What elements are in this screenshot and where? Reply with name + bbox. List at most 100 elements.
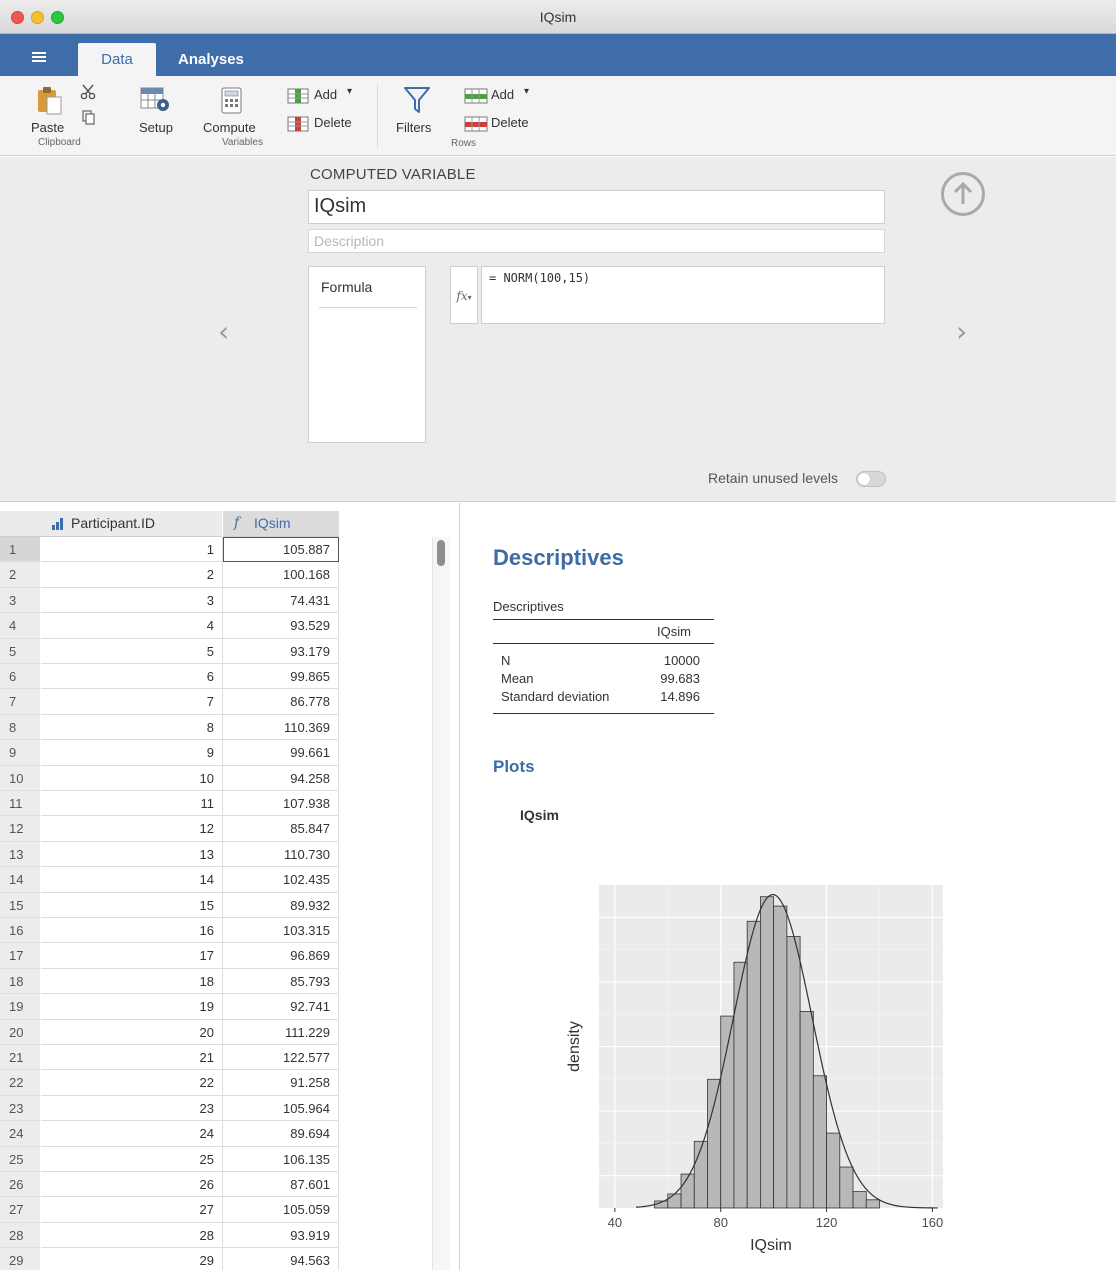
row-number[interactable]: 16 [0, 918, 40, 944]
compute-button[interactable]: Compute [202, 84, 262, 135]
cell-participant-id[interactable]: 11 [41, 791, 223, 817]
cell-iqsim[interactable]: 92.741 [223, 994, 339, 1020]
cell-participant-id[interactable]: 10 [41, 765, 223, 791]
cell-participant-id[interactable]: 12 [41, 816, 223, 842]
cell-participant-id[interactable]: 17 [41, 943, 223, 969]
vertical-scrollbar[interactable] [432, 537, 450, 1270]
setup-button[interactable]: Setup [132, 84, 182, 135]
row-number[interactable]: 9 [0, 740, 40, 766]
cell-participant-id[interactable]: 29 [41, 1248, 223, 1270]
cell-participant-id[interactable]: 4 [41, 613, 223, 639]
cell-participant-id[interactable]: 9 [41, 740, 223, 766]
cell-iqsim[interactable]: 99.865 [223, 664, 339, 690]
cell-iqsim[interactable]: 93.919 [223, 1222, 339, 1249]
row-number[interactable]: 27 [0, 1197, 40, 1223]
row-number[interactable]: 26 [0, 1172, 40, 1198]
row-number[interactable]: 20 [0, 1019, 40, 1045]
cell-participant-id[interactable]: 21 [41, 1045, 223, 1071]
cell-iqsim[interactable]: 85.793 [223, 968, 339, 995]
filters-button[interactable]: Filters [392, 84, 442, 135]
retain-unused-levels-toggle[interactable] [856, 471, 886, 487]
delete-variable-button[interactable]: Delete [287, 114, 367, 134]
row-number[interactable]: 5 [0, 638, 40, 664]
row-number[interactable]: 11 [0, 791, 40, 817]
row-number[interactable]: 28 [0, 1222, 40, 1249]
cell-participant-id[interactable]: 22 [41, 1070, 223, 1096]
column-header-iqsim[interactable]: f IQsim [223, 511, 339, 537]
cell-iqsim[interactable]: 91.258 [223, 1070, 339, 1096]
cell-iqsim[interactable]: 89.694 [223, 1121, 339, 1147]
cell-participant-id[interactable]: 5 [41, 638, 223, 664]
row-number[interactable]: 14 [0, 867, 40, 893]
row-number[interactable]: 1 [0, 537, 40, 563]
row-number[interactable]: 10 [0, 765, 40, 791]
menu-icon[interactable] [32, 52, 46, 62]
cell-participant-id[interactable]: 2 [41, 562, 223, 588]
cell-participant-id[interactable]: 26 [41, 1172, 223, 1198]
add-row-button[interactable]: Add ▾ [464, 86, 544, 106]
previous-variable-chevron-icon[interactable]: ‹ [218, 315, 229, 348]
cell-iqsim[interactable]: 105.059 [223, 1197, 339, 1223]
cell-iqsim[interactable]: 74.431 [223, 587, 339, 614]
row-number[interactable]: 22 [0, 1070, 40, 1096]
cell-participant-id[interactable]: 27 [41, 1197, 223, 1223]
cell-iqsim[interactable]: 103.315 [223, 918, 339, 944]
cell-participant-id[interactable]: 7 [41, 689, 223, 715]
cell-iqsim[interactable]: 105.887 [223, 537, 339, 563]
row-number[interactable]: 17 [0, 943, 40, 969]
scrollbar-thumb[interactable] [437, 540, 445, 566]
cell-iqsim[interactable]: 94.258 [223, 765, 339, 791]
cell-iqsim[interactable]: 110.730 [223, 841, 339, 868]
cell-iqsim[interactable]: 93.529 [223, 613, 339, 639]
column-header-participant-id[interactable]: Participant.ID [0, 511, 222, 537]
description-field[interactable]: Description [308, 229, 885, 253]
row-number[interactable]: 13 [0, 841, 40, 868]
cell-participant-id[interactable]: 14 [41, 867, 223, 893]
row-number[interactable]: 15 [0, 892, 40, 918]
row-number[interactable]: 29 [0, 1248, 40, 1270]
next-variable-chevron-icon[interactable]: › [956, 315, 967, 348]
function-picker-button[interactable]: fx▾ [450, 266, 478, 324]
variable-name-field[interactable]: IQsim [308, 190, 885, 224]
cell-participant-id[interactable]: 15 [41, 892, 223, 918]
tab-data[interactable]: Data [78, 43, 156, 76]
cell-iqsim[interactable]: 86.778 [223, 689, 339, 715]
row-number[interactable]: 24 [0, 1121, 40, 1147]
row-number[interactable]: 2 [0, 562, 40, 588]
cell-participant-id[interactable]: 25 [41, 1146, 223, 1172]
cell-iqsim[interactable]: 87.601 [223, 1172, 339, 1198]
cell-iqsim[interactable]: 106.135 [223, 1146, 339, 1172]
cell-participant-id[interactable]: 1 [41, 537, 223, 563]
row-number[interactable]: 19 [0, 994, 40, 1020]
row-number[interactable]: 7 [0, 689, 40, 715]
cell-participant-id[interactable]: 13 [41, 841, 223, 868]
cell-participant-id[interactable]: 28 [41, 1222, 223, 1249]
cell-iqsim[interactable]: 99.661 [223, 740, 339, 766]
cell-participant-id[interactable]: 23 [41, 1095, 223, 1122]
row-number[interactable]: 6 [0, 664, 40, 690]
cell-iqsim[interactable]: 110.369 [223, 714, 339, 741]
cell-participant-id[interactable]: 19 [41, 994, 223, 1020]
cell-iqsim[interactable]: 107.938 [223, 791, 339, 817]
cell-iqsim[interactable]: 89.932 [223, 892, 339, 918]
row-number[interactable]: 18 [0, 968, 40, 995]
paste-button[interactable]: Paste [30, 84, 70, 135]
cell-iqsim[interactable]: 85.847 [223, 816, 339, 842]
cell-participant-id[interactable]: 20 [41, 1019, 223, 1045]
row-number[interactable]: 8 [0, 714, 40, 741]
empty-column-area[interactable] [339, 537, 432, 1270]
copy-icon[interactable] [82, 110, 96, 126]
cell-participant-id[interactable]: 24 [41, 1121, 223, 1147]
row-number[interactable]: 25 [0, 1146, 40, 1172]
row-number[interactable]: 4 [0, 613, 40, 639]
delete-row-button[interactable]: Delete [464, 114, 544, 134]
cell-participant-id[interactable]: 8 [41, 714, 223, 741]
cell-iqsim[interactable]: 105.964 [223, 1095, 339, 1122]
cell-participant-id[interactable]: 3 [41, 587, 223, 614]
row-number[interactable]: 21 [0, 1045, 40, 1071]
cell-iqsim[interactable]: 96.869 [223, 943, 339, 969]
tab-analyses[interactable]: Analyses [178, 43, 244, 76]
close-editor-button[interactable] [941, 172, 985, 216]
cell-participant-id[interactable]: 6 [41, 664, 223, 690]
cell-iqsim[interactable]: 93.179 [223, 638, 339, 664]
